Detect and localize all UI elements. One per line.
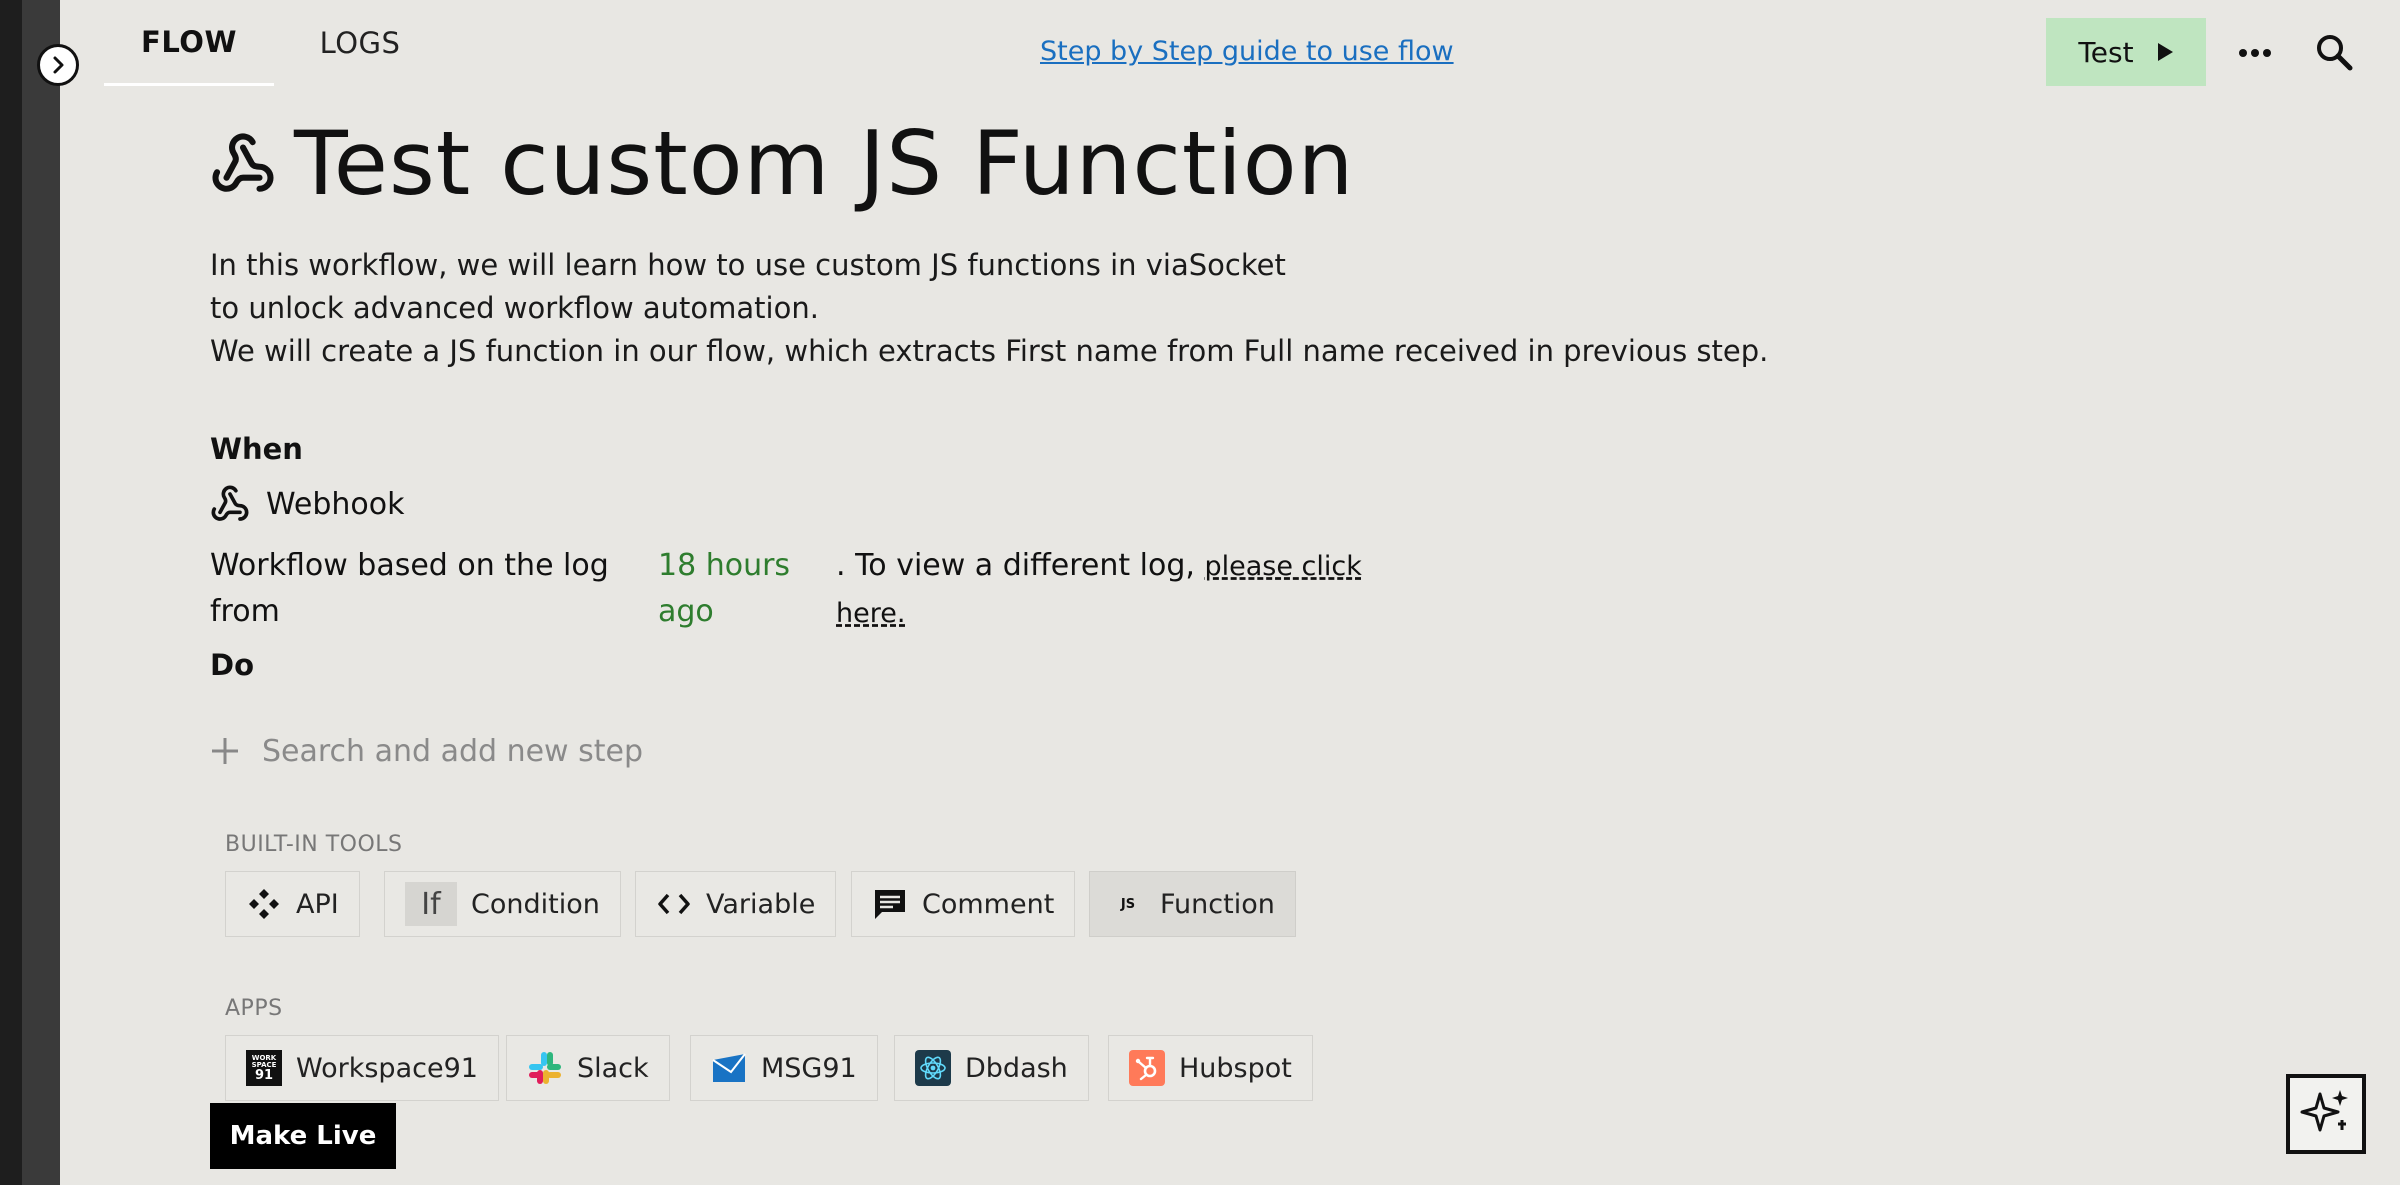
play-icon (2157, 43, 2173, 61)
ai-assistant-button[interactable] (2286, 1074, 2366, 1154)
flow-title: Test custom JS Function (210, 112, 1354, 215)
search-icon[interactable] (2314, 32, 2354, 76)
description-line: In this workflow, we will learn how to u… (210, 248, 1286, 282)
tool-function-button[interactable]: JS Function (1089, 871, 1296, 937)
slack-icon (527, 1050, 563, 1086)
app-label: Workspace91 (296, 1052, 478, 1084)
tool-label: Comment (922, 888, 1055, 920)
webhook-icon (211, 485, 249, 521)
make-live-button[interactable]: Make Live (210, 1103, 396, 1169)
step-by-step-guide-link[interactable]: Step by Step guide to use flow (1040, 36, 1454, 67)
tool-label: Condition (471, 888, 600, 920)
condition-icon: If (405, 882, 457, 926)
tool-condition-button[interactable]: If Condition (384, 871, 621, 937)
tab-logs[interactable]: LOGS (300, 0, 420, 86)
test-button[interactable]: Test (2046, 18, 2206, 86)
tool-variable-button[interactable]: Variable (635, 871, 837, 937)
trigger-name: Webhook (266, 486, 405, 522)
tool-label: Variable (706, 888, 816, 920)
comment-icon (872, 886, 908, 922)
log-time-text: 18 hours ago (658, 548, 791, 629)
more-options-icon[interactable] (2238, 36, 2272, 74)
log-prefix-text: Workflow based on the log from (210, 548, 609, 629)
app-dbdash-button[interactable]: Dbdash (894, 1035, 1089, 1101)
js-icon: JS (1120, 896, 1136, 912)
hubspot-icon (1129, 1050, 1165, 1086)
page-title: Test custom JS Function (294, 112, 1355, 215)
tool-api-button[interactable]: API (225, 871, 360, 937)
sparkles-icon (2300, 1090, 2348, 1132)
dbdash-icon (915, 1050, 951, 1086)
do-label: Do (210, 648, 254, 682)
tool-label: API (296, 888, 339, 920)
add-step-placeholder: Search and add new step (262, 733, 644, 769)
tool-label: Function (1160, 888, 1275, 920)
test-button-label: Test (2078, 35, 2134, 69)
description-line: We will create a JS function in our flow… (210, 334, 1769, 368)
built-in-tools-heading: BUILT-IN TOOLS (225, 832, 403, 857)
app-slack-button[interactable]: Slack (506, 1035, 670, 1101)
tab-flow[interactable]: FLOW (104, 0, 274, 86)
webhook-trigger[interactable]: Webhook (210, 484, 405, 524)
app-workspace91-button[interactable]: WORK SPACE 91 Workspace91 (225, 1035, 499, 1101)
log-suffix-text: . To view a different log, (836, 548, 1195, 583)
tool-comment-button[interactable]: Comment (851, 871, 1076, 937)
description-line: to unlock advanced workflow automation. (210, 291, 819, 325)
workspace91-icon: WORK SPACE 91 (246, 1050, 282, 1086)
code-brackets-icon (656, 886, 692, 922)
api-icon (246, 886, 282, 922)
app-label: Dbdash (965, 1052, 1068, 1084)
chevron-right-icon (53, 56, 64, 74)
flow-description: In this workflow, we will learn how to u… (210, 244, 2010, 373)
add-step-search-input[interactable]: Search and add new step (210, 728, 910, 774)
app-hubspot-button[interactable]: Hubspot (1108, 1035, 1313, 1101)
expand-sidebar-button[interactable] (37, 44, 79, 86)
app-label: Slack (577, 1052, 649, 1084)
msg91-icon (711, 1050, 747, 1086)
app-msg91-button[interactable]: MSG91 (690, 1035, 878, 1101)
webhook-icon (212, 133, 274, 192)
log-suffix: . To view a different log, please click … (836, 543, 1376, 637)
when-label: When (210, 432, 303, 466)
apps-heading: APPS (225, 996, 283, 1021)
left-sidebar-rail (0, 0, 60, 1185)
app-label: Hubspot (1179, 1052, 1292, 1084)
app-label: MSG91 (761, 1052, 857, 1084)
plus-icon (212, 738, 238, 764)
